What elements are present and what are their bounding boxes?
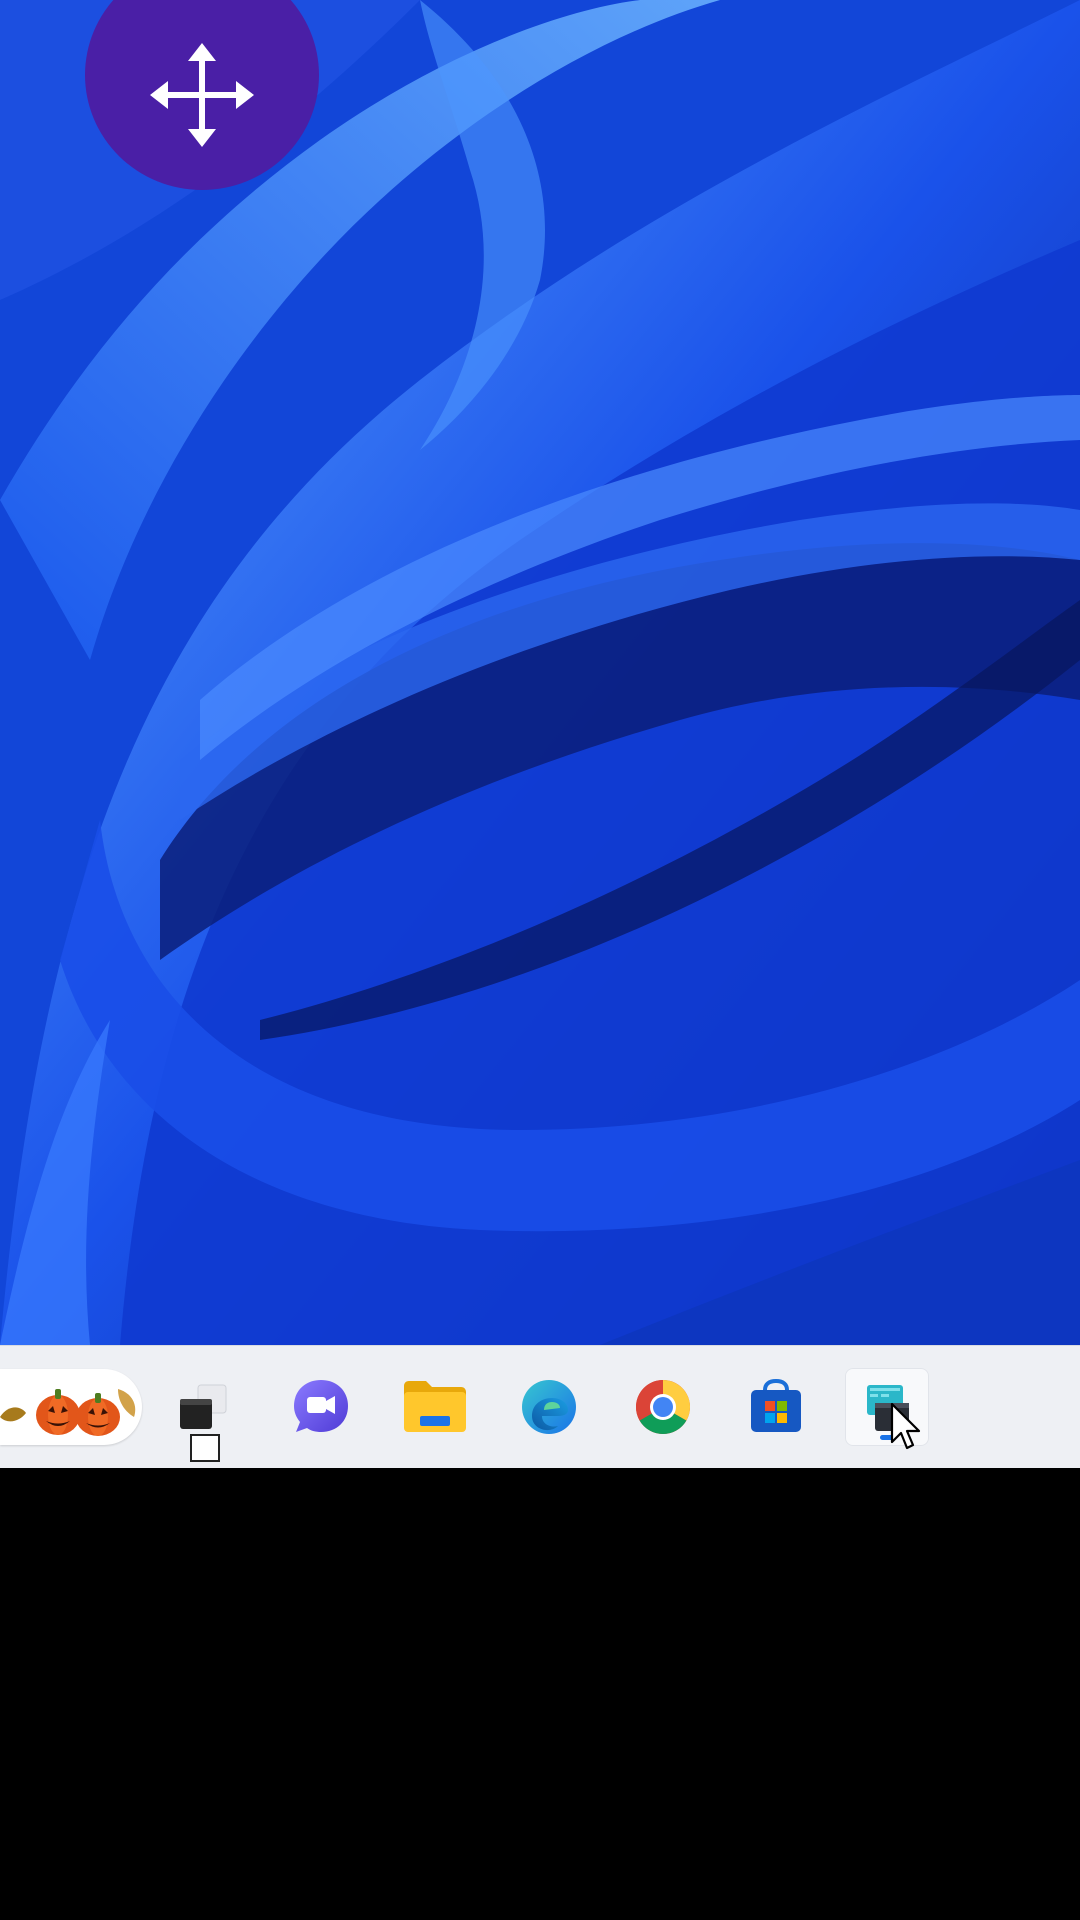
active-indicator bbox=[880, 1435, 894, 1440]
store-icon bbox=[751, 1378, 801, 1432]
edge-button[interactable] bbox=[507, 1368, 591, 1446]
widgets-button[interactable] bbox=[0, 1369, 142, 1445]
file-explorer-button[interactable] bbox=[393, 1368, 477, 1446]
tooltip-anchor-box bbox=[190, 1434, 220, 1462]
chrome-button[interactable] bbox=[621, 1368, 705, 1446]
screen bbox=[0, 0, 1080, 1920]
move-arrows-icon bbox=[150, 43, 254, 147]
chat-button[interactable] bbox=[279, 1368, 363, 1446]
desktop-wallpaper bbox=[0, 0, 1080, 1345]
edge-icon bbox=[522, 1380, 576, 1434]
app-window-icon bbox=[867, 1385, 909, 1431]
chrome-icon bbox=[635, 1380, 691, 1435]
blank-area bbox=[0, 1468, 1080, 1920]
taskbar bbox=[0, 1345, 1080, 1468]
task-view-icon bbox=[180, 1384, 227, 1429]
folder-icon bbox=[404, 1381, 466, 1432]
teams-chat-icon bbox=[294, 1380, 348, 1432]
halloween-pumpkins-icon bbox=[0, 1389, 136, 1436]
active-app-button[interactable] bbox=[845, 1368, 929, 1446]
microsoft-store-button[interactable] bbox=[734, 1368, 818, 1446]
wallpaper-bloom bbox=[0, 0, 1080, 1345]
task-view-button[interactable] bbox=[160, 1368, 244, 1462]
